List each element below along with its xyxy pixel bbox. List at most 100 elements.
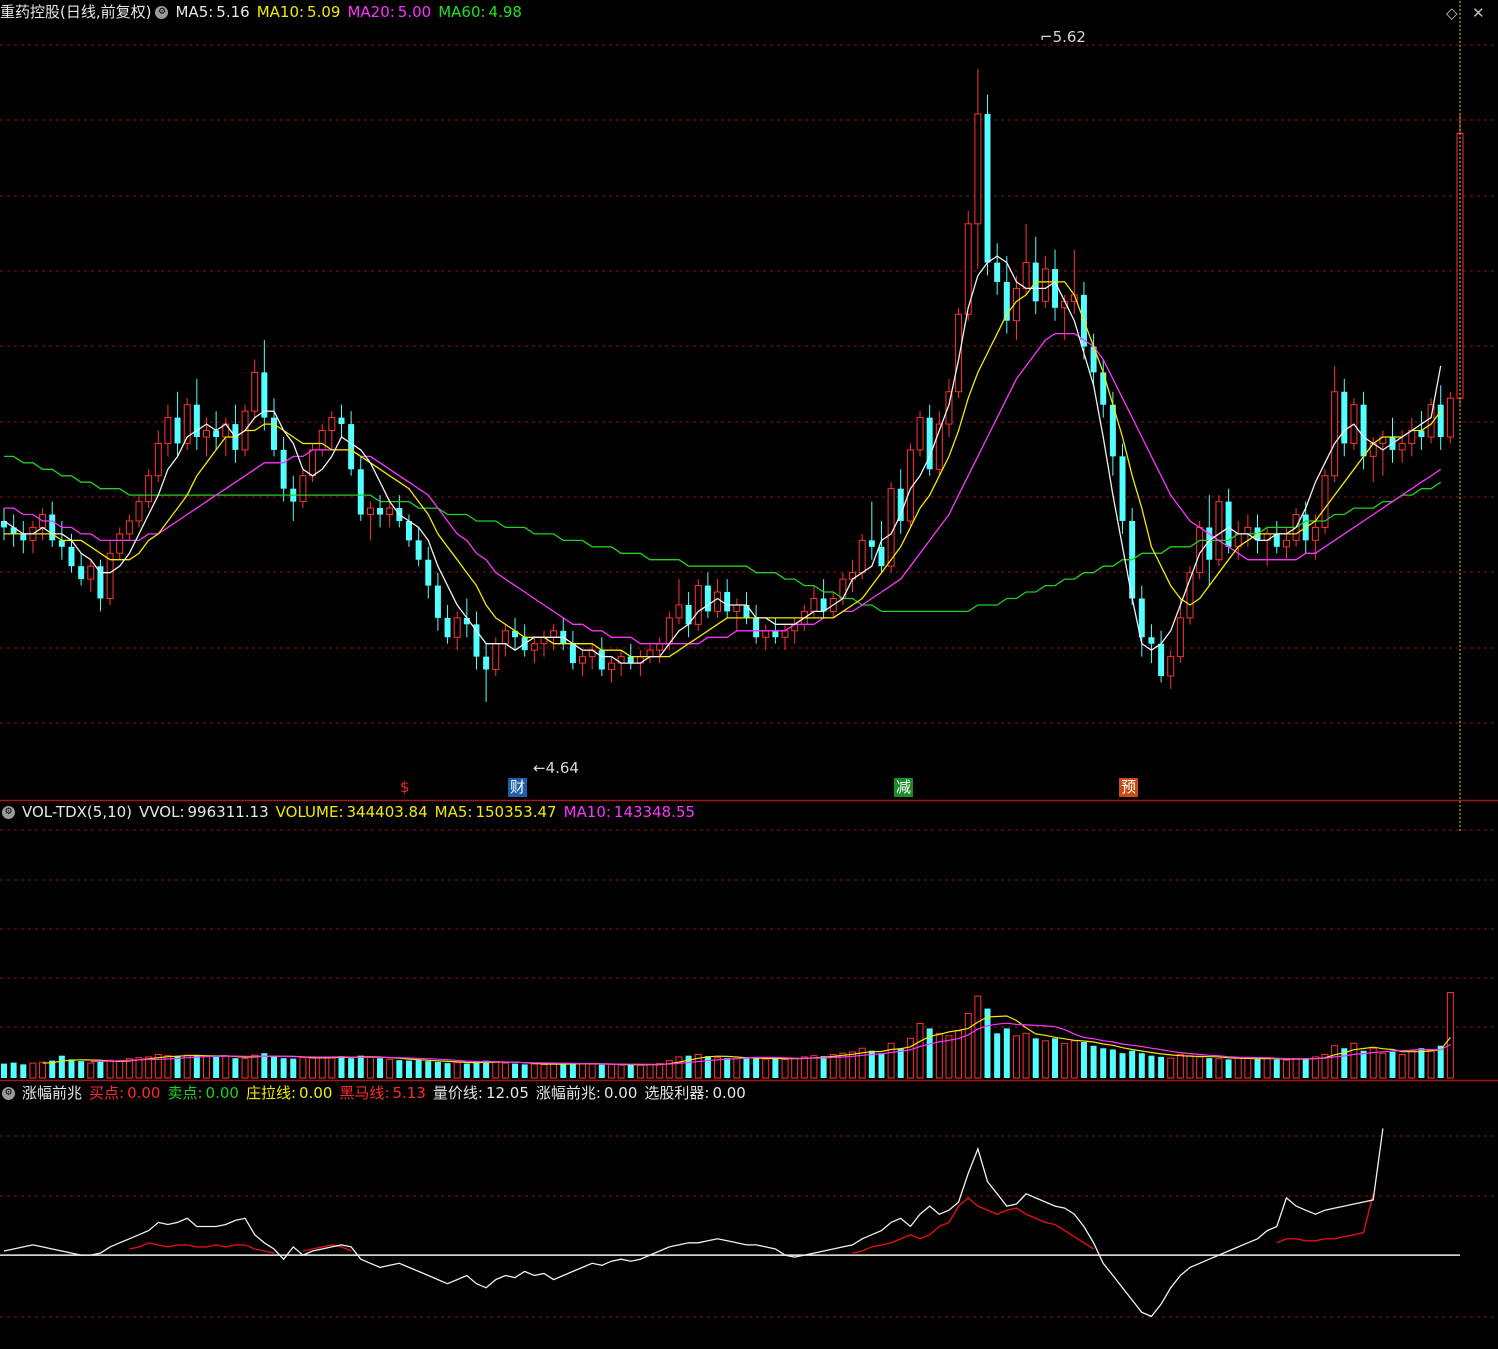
- volume-bar-up: [251, 1054, 259, 1079]
- stock-title: 重药控股(日线,前复权): [0, 3, 152, 21]
- volume-bar-down: [1418, 1048, 1425, 1078]
- stock-chart[interactable]: [0, 0, 1498, 1349]
- volume-bar-down: [348, 1058, 355, 1078]
- candle-down: [1158, 643, 1165, 677]
- candle-up: [858, 539, 866, 574]
- volume-bar-down: [434, 1061, 441, 1078]
- candle-down: [280, 449, 287, 489]
- volume-bar-up: [1215, 1058, 1223, 1079]
- volume-bar-down: [174, 1056, 181, 1078]
- volume-bar-down: [772, 1058, 779, 1078]
- volume-bar-up: [1196, 1056, 1204, 1079]
- candle-up: [656, 643, 664, 651]
- candle-up: [675, 604, 683, 619]
- volume-panel-header: ⚙ VOL-TDX(5,10) VVOL: 996311.13 VOLUME: 34440…: [0, 800, 702, 824]
- volume-bar-down: [10, 1062, 17, 1078]
- candle-up: [1215, 501, 1223, 561]
- candle-down: [444, 617, 451, 638]
- candle-down: [994, 262, 1001, 282]
- candle-up: [328, 417, 336, 432]
- candle-up: [1167, 656, 1175, 677]
- candle-down: [58, 540, 65, 547]
- indicator-name: 涨幅前兆: [22, 1084, 83, 1102]
- candle-up: [318, 430, 326, 451]
- volume-bar-down: [415, 1060, 422, 1078]
- vol-ma5-label: MA5:: [434, 803, 473, 821]
- candle-down: [174, 417, 181, 444]
- volume-bar-down: [1437, 1045, 1444, 1078]
- volume-bar-up: [906, 1037, 914, 1079]
- candle-up: [955, 313, 963, 393]
- volume-bar-up: [714, 1057, 722, 1079]
- volume-bar-up: [299, 1057, 307, 1079]
- volume-bar-up: [1041, 1040, 1049, 1079]
- volume-bar-down: [1158, 1056, 1165, 1078]
- volume-bar-down: [1225, 1059, 1232, 1078]
- volume-bar-up: [781, 1058, 789, 1079]
- volume-bar-down: [425, 1061, 432, 1078]
- volume-bar-down: [20, 1064, 27, 1078]
- candle-up: [164, 417, 172, 444]
- candle-up: [646, 649, 654, 658]
- candle-up: [386, 507, 394, 516]
- candle-down: [20, 533, 27, 541]
- volume-bar-up: [501, 1062, 509, 1079]
- volume-bar-down: [1032, 1038, 1039, 1078]
- volume-bar-down: [377, 1058, 384, 1078]
- candle-up: [203, 430, 210, 438]
- vvol-value: 996311.13: [187, 803, 269, 821]
- settings-icon[interactable]: ⚙: [155, 6, 169, 19]
- event-marker-finance[interactable]: 财: [508, 778, 528, 797]
- volume-bar-up: [183, 1054, 191, 1079]
- volume-bar-down: [560, 1064, 567, 1078]
- ma10-line: [4, 281, 1442, 658]
- volume-bar-up: [106, 1059, 114, 1079]
- candle-down: [724, 592, 731, 612]
- volume-bar-up: [1234, 1057, 1242, 1079]
- settings-icon[interactable]: ⚙: [2, 806, 15, 819]
- darkhorse-line: [129, 1193, 1374, 1254]
- volume-bar-up: [453, 1062, 461, 1079]
- event-marker-forecast[interactable]: 预: [1119, 778, 1139, 797]
- candle-up: [1282, 539, 1290, 548]
- volume-bar-down: [820, 1056, 827, 1078]
- close-icon[interactable]: ✕: [1472, 4, 1485, 22]
- volume-bar-down: [213, 1056, 220, 1078]
- volume-bar-up: [887, 1042, 895, 1079]
- pick-label: 选股利器:: [644, 1084, 710, 1102]
- volume-bar-up: [530, 1063, 538, 1079]
- event-marker-dollar[interactable]: $: [398, 778, 412, 797]
- volume-bar-down: [396, 1060, 403, 1078]
- candle-up: [694, 585, 702, 625]
- candle-up: [1311, 526, 1319, 541]
- volume-bar-up: [1167, 1057, 1175, 1079]
- volume-bar-up: [791, 1057, 799, 1079]
- settings-icon[interactable]: ⚙: [2, 1087, 15, 1100]
- volume-bar-up: [974, 995, 982, 1079]
- volume-bar-down: [473, 1061, 480, 1078]
- candle-up: [530, 643, 538, 651]
- volume-bar-up: [964, 1013, 972, 1079]
- volume-bar-up: [1176, 1053, 1184, 1079]
- high-price-value: 5.62: [1052, 28, 1086, 46]
- pricevol-line: [3, 1128, 1384, 1318]
- candle-down: [1341, 391, 1348, 444]
- moving-average-lines: [3, 255, 1442, 664]
- volume-bar-up: [87, 1062, 95, 1079]
- diamond-icon[interactable]: ◇: [1446, 4, 1458, 22]
- volume-bar-down: [598, 1064, 605, 1078]
- candle-down: [598, 650, 605, 670]
- candle-down: [1148, 637, 1155, 644]
- candle-down: [772, 630, 779, 638]
- event-marker-reduce[interactable]: 减: [894, 778, 914, 797]
- candle-up: [916, 417, 924, 451]
- volume-bar-up: [1061, 1042, 1069, 1079]
- volume-bar-up: [1012, 1035, 1020, 1079]
- volume-bar-down: [1119, 1053, 1126, 1078]
- low-price-value: 4.64: [545, 759, 579, 777]
- volume-bar-up: [636, 1064, 644, 1079]
- candle-down: [1119, 456, 1126, 521]
- volume-bar-up: [1350, 1042, 1358, 1079]
- candle-down: [405, 520, 412, 541]
- grid-lines: [0, 44, 1498, 1318]
